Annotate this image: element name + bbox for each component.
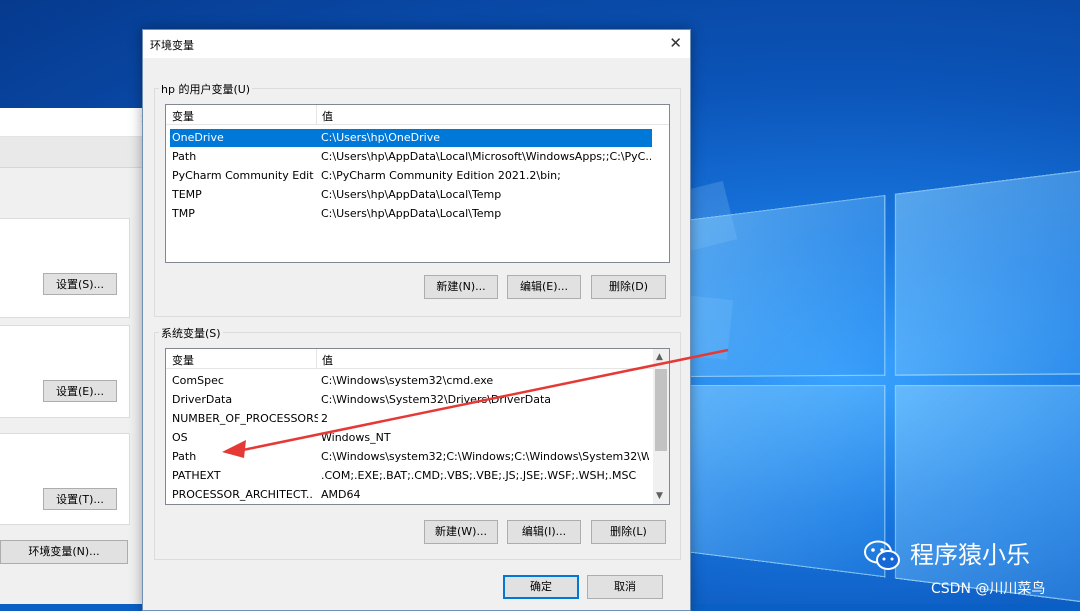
annotation-arrow-head <box>222 440 246 458</box>
watermark: 程序猿小乐 <box>864 538 1078 574</box>
watermark-subtitle: CSDN @川川菜鸟 <box>931 578 1045 598</box>
wechat-icon <box>864 540 900 572</box>
annotation-arrow-shaft <box>238 350 728 451</box>
watermark-title: 程序猿小乐 <box>910 538 1030 572</box>
annotation-arrow <box>0 0 1080 604</box>
